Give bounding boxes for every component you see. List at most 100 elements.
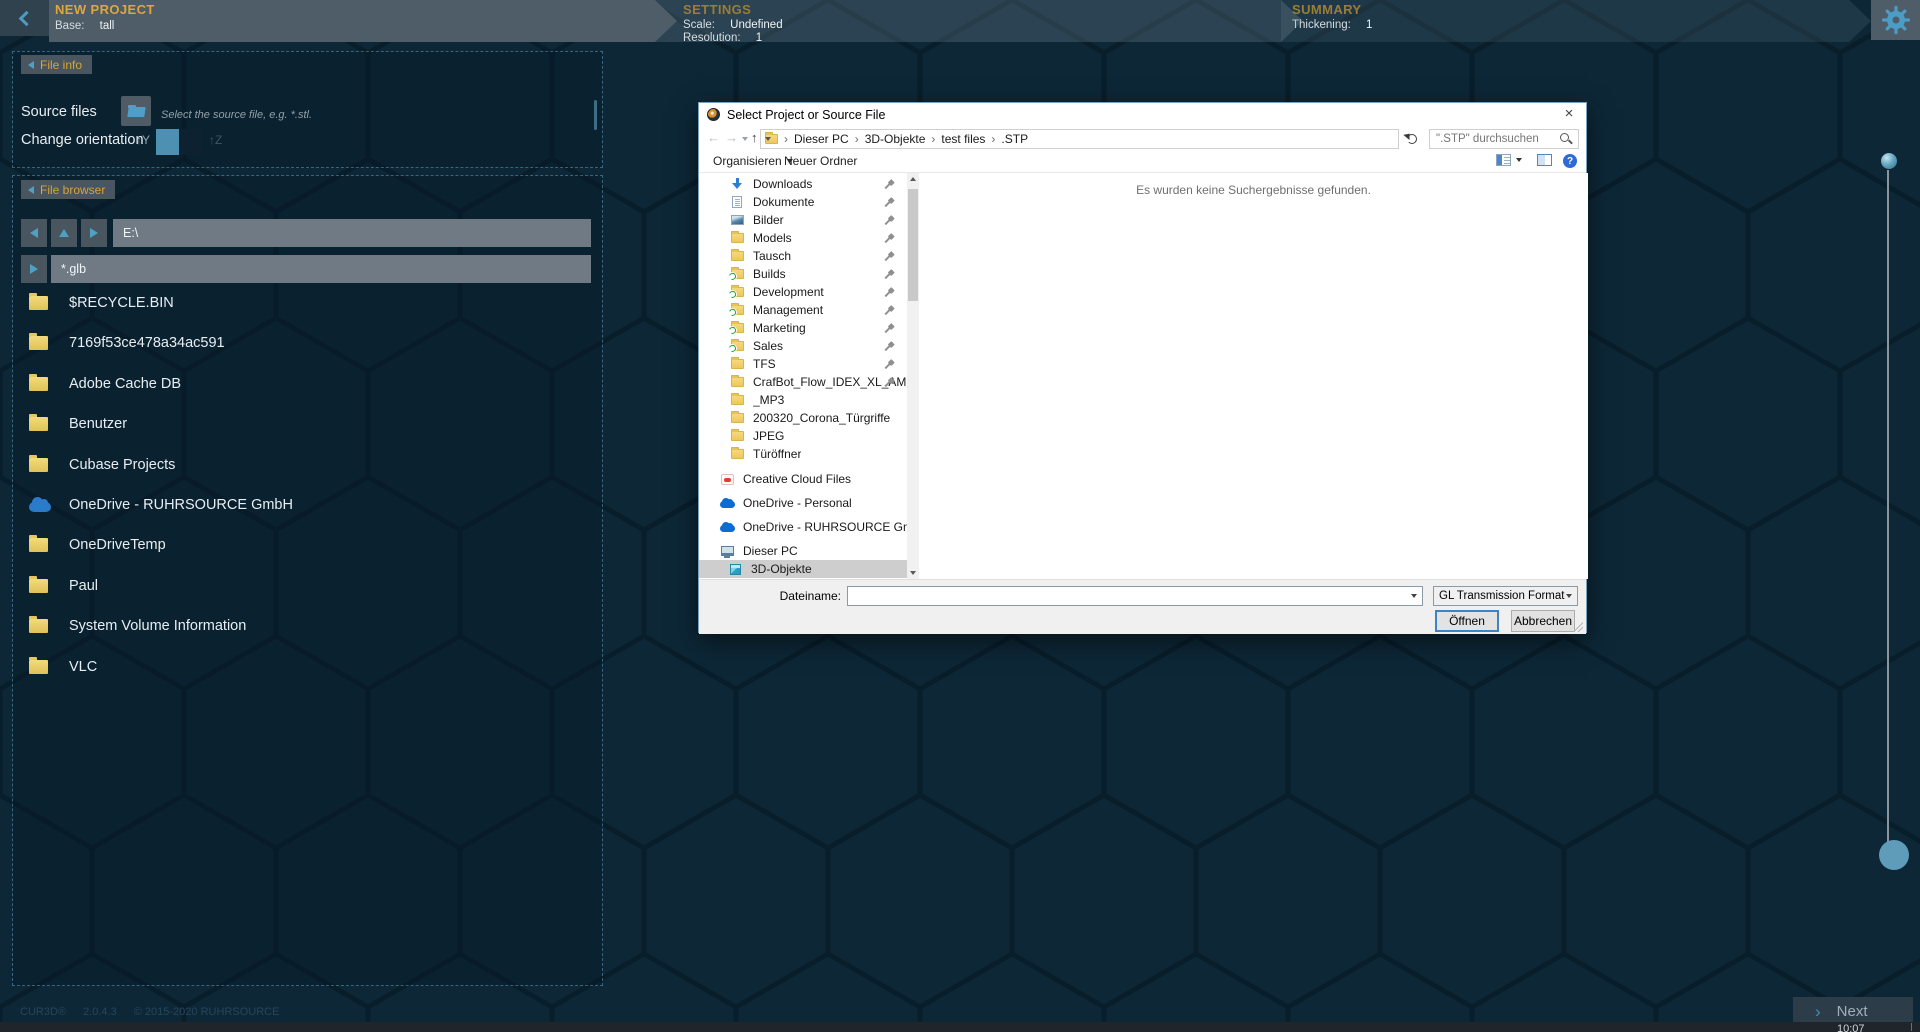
sidebar-item-onedrive-ruhrsource[interactable]: OneDrive - RUHRSOURCE GmbH [699, 518, 907, 536]
step-line-value: 1 [756, 32, 762, 45]
file-row[interactable]: OneDrive - RUHRSOURCE GmbH [29, 495, 293, 515]
dialog-titlebar[interactable]: Select Project or Source File × [699, 103, 1586, 127]
file-row[interactable]: System Volume Information [29, 616, 246, 636]
zoom-slider-track [1887, 170, 1889, 846]
breadcrumb-item[interactable]: .STP [1001, 132, 1028, 146]
breadcrumb-bar[interactable]: › Dieser PC › 3D-Objekte › test files › … [760, 129, 1399, 149]
address-bar: ← → ↑ › Dieser PC › 3D-Objekte › test fi… [699, 127, 1586, 151]
crumb-separator: › [931, 132, 935, 146]
filetype-select[interactable]: GL Transmission Format (*.gltf; [1433, 586, 1578, 606]
pin-icon [883, 251, 893, 261]
nav-history-caret-icon[interactable] [742, 137, 748, 141]
browse-source-button[interactable] [121, 96, 151, 126]
refresh-icon[interactable] [1407, 134, 1417, 144]
sidebar-item-tueroeffner[interactable]: Türöffner [699, 445, 907, 463]
file-browser-section-button[interactable]: File browser [21, 180, 115, 199]
sidebar-item-crafbot[interactable]: CrafBot_Flow_IDEX_XL_AME [699, 373, 907, 391]
scroll-up-icon [910, 177, 916, 181]
app-back-button[interactable] [0, 0, 49, 36]
file-row[interactable]: $RECYCLE.BIN [29, 293, 174, 313]
sidebar-item-corona-tuergriffe[interactable]: 200320_Corona_Türgriffe [699, 409, 907, 427]
nav-back-icon[interactable]: ← [707, 130, 720, 145]
orientation-toggle[interactable] [156, 129, 202, 155]
sidebar-item-models[interactable]: Models [699, 229, 907, 247]
pin-icon [883, 215, 893, 225]
wizard-step-summary[interactable]: SUMMARY Thickening: 1 [1281, 0, 1871, 42]
sidebar-item-development[interactable]: Development [699, 283, 907, 301]
brand-text: CUR3D® [20, 1006, 66, 1018]
sidebar-item-bilder[interactable]: Bilder [699, 211, 907, 229]
close-icon[interactable]: × [1560, 105, 1578, 123]
filetype-dropdown-caret-icon [1566, 594, 1572, 598]
view-mode-icon [1496, 154, 1511, 166]
sidebar-item-mp3[interactable]: _MP3 [699, 391, 907, 409]
open-button[interactable]: Öffnen [1435, 610, 1499, 632]
sidebar-item-dieser-pc[interactable]: Dieser PC [699, 542, 907, 560]
breadcrumb-item[interactable]: Dieser PC [794, 132, 849, 146]
view-mode-button[interactable] [1496, 154, 1522, 166]
breadcrumb-item[interactable]: test files [941, 132, 985, 146]
cancel-button[interactable]: Abbrechen [1511, 610, 1575, 632]
folder-sync-icon [731, 323, 744, 333]
search-input[interactable]: ".STP" durchsuchen [1429, 129, 1579, 149]
taskbar-clock: 10:07 [1837, 1023, 1865, 1032]
new-folder-button[interactable]: Neuer Ordner [784, 154, 857, 168]
breadcrumb-item[interactable]: 3D-Objekte [865, 132, 926, 146]
path-input[interactable]: E:\ [113, 219, 591, 247]
file-name: Benutzer [69, 416, 127, 432]
browser-forward-button[interactable] [81, 219, 107, 247]
scrollbar-thumb[interactable] [908, 189, 918, 301]
file-row[interactable]: OneDriveTemp [29, 535, 166, 555]
folder-icon [29, 619, 48, 633]
browser-back-button[interactable] [21, 219, 47, 247]
filename-input[interactable] [847, 586, 1423, 606]
search-placeholder: ".STP" durchsuchen [1436, 133, 1560, 145]
organize-menu-button[interactable]: Organisieren [713, 154, 793, 168]
file-name: $RECYCLE.BIN [69, 295, 174, 311]
file-row[interactable]: Paul [29, 576, 98, 596]
file-row[interactable]: Adobe Cache DB [29, 374, 181, 394]
filter-input[interactable]: *.glb [51, 255, 591, 283]
folder-icon [29, 296, 48, 310]
help-button[interactable] [1563, 154, 1577, 168]
file-row[interactable]: 7169f53ce478a34ac591 [29, 333, 225, 353]
step-line-label: Resolution: [683, 32, 741, 45]
source-file-hint: Select the source file, e.g. *.stl. [161, 109, 312, 121]
file-row[interactable]: Benutzer [29, 414, 127, 434]
resize-grip[interactable] [1573, 622, 1583, 632]
sidebar-item-3d-objekte[interactable]: 3D-Objekte [699, 560, 907, 578]
wizard-step-new-project[interactable]: NEW PROJECT Base: tall [49, 0, 677, 42]
sidebar-item-tausch[interactable]: Tausch [699, 247, 907, 265]
nav-up-icon[interactable]: ↑ [751, 130, 758, 145]
file-info-section-button[interactable]: File info [21, 55, 92, 74]
zoom-slider-handle[interactable] [1879, 840, 1909, 870]
next-label: Next [1837, 1003, 1868, 1020]
sidebar-item-builds[interactable]: Builds [699, 265, 907, 283]
file-row[interactable]: Cubase Projects [29, 455, 175, 475]
file-list-pane[interactable]: Es wurden keine Suchergebnisse gefunden. [919, 173, 1588, 579]
file-row[interactable]: VLC [29, 657, 97, 677]
sidebar-item-marketing[interactable]: Marketing [699, 319, 907, 337]
panel-scrollbar[interactable] [594, 100, 597, 130]
step-title: SETTINGS [655, 0, 1303, 17]
sidebar-item-onedrive-personal[interactable]: OneDrive - Personal [699, 494, 907, 512]
sidebar-item-creative-cloud[interactable]: Creative Cloud Files [699, 470, 907, 488]
settings-gear-button[interactable] [1871, 0, 1920, 40]
sidebar-item-management[interactable]: Management [699, 301, 907, 319]
wizard-step-settings[interactable]: SETTINGS Scale: Undefined Resolution: 1 [655, 0, 1303, 42]
preview-pane-button[interactable] [1537, 154, 1552, 166]
sidebar-item-downloads[interactable]: Downloads [699, 175, 907, 193]
sidebar-item-dokumente[interactable]: Dokumente [699, 193, 907, 211]
sidebar-scrollbar[interactable] [907, 173, 919, 579]
sidebar-item-tfs[interactable]: TFS [699, 355, 907, 373]
folder-icon [731, 251, 744, 261]
browser-up-button[interactable] [51, 219, 77, 247]
folder-icon [731, 395, 744, 405]
apply-filter-button[interactable] [21, 255, 47, 283]
sidebar-item-jpeg[interactable]: JPEG [699, 427, 907, 445]
address-dropdown-caret-icon[interactable] [765, 137, 771, 141]
nav-forward-icon[interactable]: → [725, 130, 738, 145]
sidebar-item-sales[interactable]: Sales [699, 337, 907, 355]
folder-icon [29, 660, 48, 674]
crumb-separator: › [991, 132, 995, 146]
